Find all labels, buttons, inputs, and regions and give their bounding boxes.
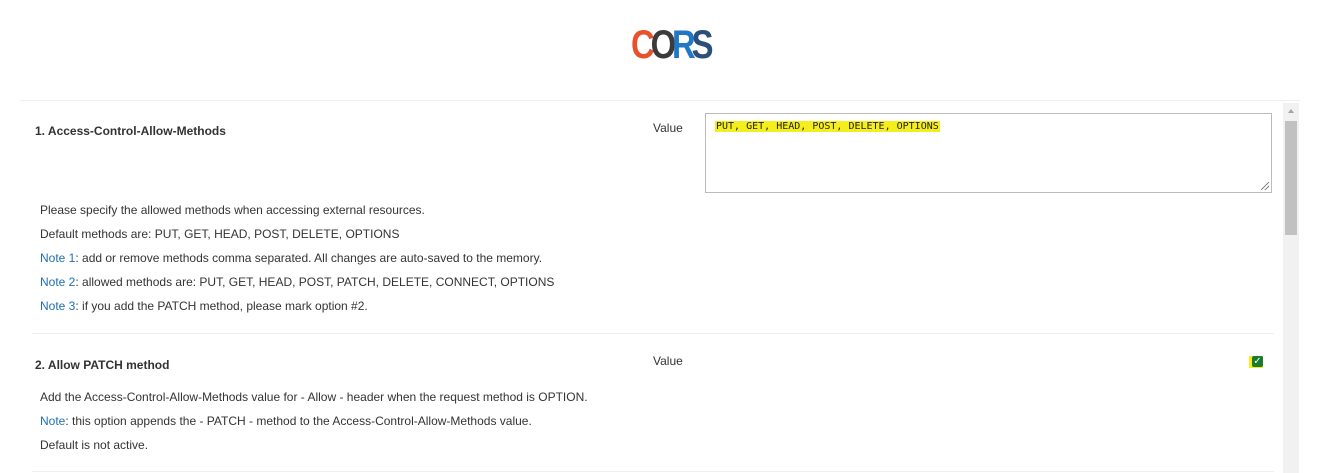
note-label: Note	[40, 414, 66, 428]
description-line: Note 1: add or remove methods comma sepa…	[40, 251, 543, 265]
allow-patch-description: Add the Access-Control-Allow-Methods val…	[40, 385, 588, 457]
allow-methods-description: Please specify the allowed methods when …	[40, 198, 554, 318]
checkmark-icon: ✓	[1252, 356, 1263, 367]
description-line: Please specify the allowed methods when …	[40, 203, 425, 217]
description-line: Note 3: if you add the PATCH method, ple…	[40, 299, 368, 313]
logo-letter-o: O	[650, 23, 677, 67]
description-line: Default methods are: PUT, GET, HEAD, POS…	[40, 227, 400, 241]
description-line: Note 2: allowed methods are: PUT, GET, H…	[40, 275, 555, 289]
value-label: Value	[653, 121, 683, 135]
note-label: Note 1	[40, 251, 76, 265]
logo-letter-s: S	[691, 23, 714, 67]
cors-logo: CORS	[631, 23, 714, 67]
allow-patch-checkbox[interactable]: ✓	[1249, 356, 1263, 368]
logo-letter-r: R	[672, 23, 696, 67]
description-line: Note: this option appends the - PATCH - …	[40, 414, 532, 428]
section-title: 1. Access-Control-Allow-Methods	[35, 124, 226, 138]
description-line: Default is not active.	[40, 438, 149, 452]
allowed-methods-textarea[interactable]: PUT, GET, HEAD, POST, DELETE, OPTIONS	[705, 113, 1272, 193]
description-line: Add the Access-Control-Allow-Methods val…	[40, 390, 588, 404]
resize-grip-icon[interactable]	[1261, 182, 1269, 190]
section-title: 2. Allow PATCH method	[35, 358, 170, 372]
scroll-up-arrow-icon[interactable]	[1283, 103, 1299, 119]
logo-letter-c: C	[631, 23, 655, 67]
vertical-scrollbar[interactable]	[1283, 103, 1299, 473]
note-label: Note 2	[40, 275, 76, 289]
note-label: Note 3	[40, 299, 76, 313]
value-label: Value	[653, 354, 683, 368]
scrollbar-thumb[interactable]	[1285, 121, 1297, 235]
allowed-methods-value: PUT, GET, HEAD, POST, DELETE, OPTIONS	[715, 121, 940, 132]
